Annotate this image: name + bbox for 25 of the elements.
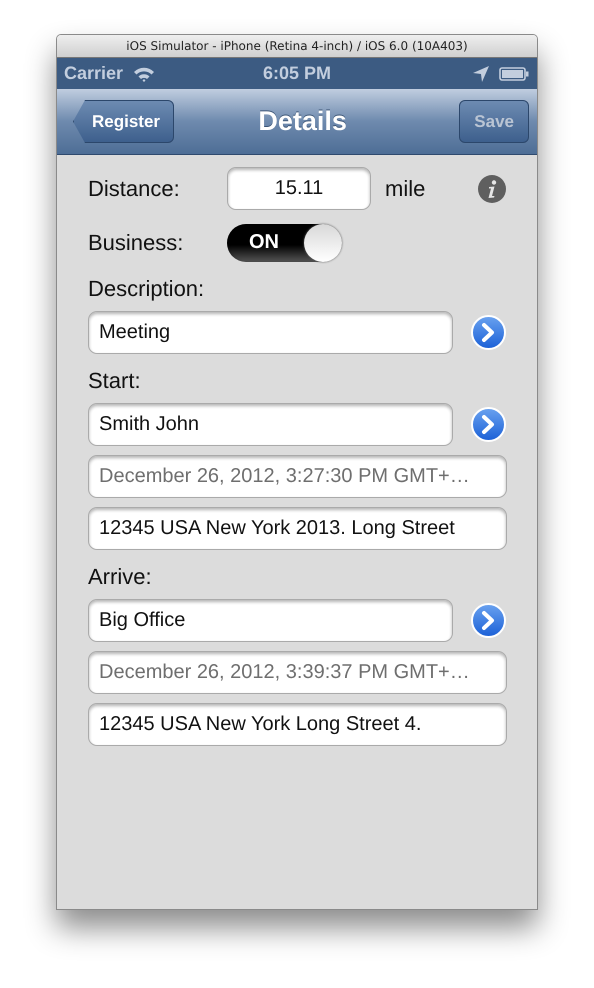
detail-disclosure-button[interactable] xyxy=(471,407,506,442)
field-label: Business: xyxy=(88,230,184,256)
section-label: Description: xyxy=(88,276,206,302)
info-icon[interactable] xyxy=(478,174,506,202)
battery-icon xyxy=(499,66,529,80)
back-button[interactable]: Register xyxy=(73,100,174,143)
detail-disclosure-button[interactable] xyxy=(471,603,506,638)
section-label: Start: xyxy=(88,368,142,394)
text-field[interactable]: Smith John xyxy=(88,403,453,446)
text-field[interactable]: Big Office xyxy=(88,599,453,642)
screen-title: Details xyxy=(258,106,347,137)
text-field[interactable]: 12345 USA New York Long Street 4. xyxy=(88,703,507,746)
business-switch[interactable]: ON xyxy=(227,224,342,262)
carrier-name: Carrier xyxy=(64,63,124,84)
window-title: iOS Simulator - iPhone (Retina 4-inch) / iOS 6.0 (10A403) xyxy=(126,39,468,53)
text-field[interactable]: Meeting xyxy=(88,311,453,354)
text-field[interactable]: 12345 USA New York 2013. Long Street xyxy=(88,507,507,550)
detail-disclosure-button[interactable] xyxy=(471,315,506,350)
distance-field[interactable]: 15.11 xyxy=(227,167,371,210)
status-time: 6:05 PM xyxy=(262,63,332,84)
location-arrow-icon xyxy=(473,66,489,82)
section-label: Arrive: xyxy=(88,564,153,590)
wifi-icon xyxy=(133,66,156,82)
field-label: Distance: xyxy=(88,176,181,202)
unit-label: mile xyxy=(385,176,426,202)
